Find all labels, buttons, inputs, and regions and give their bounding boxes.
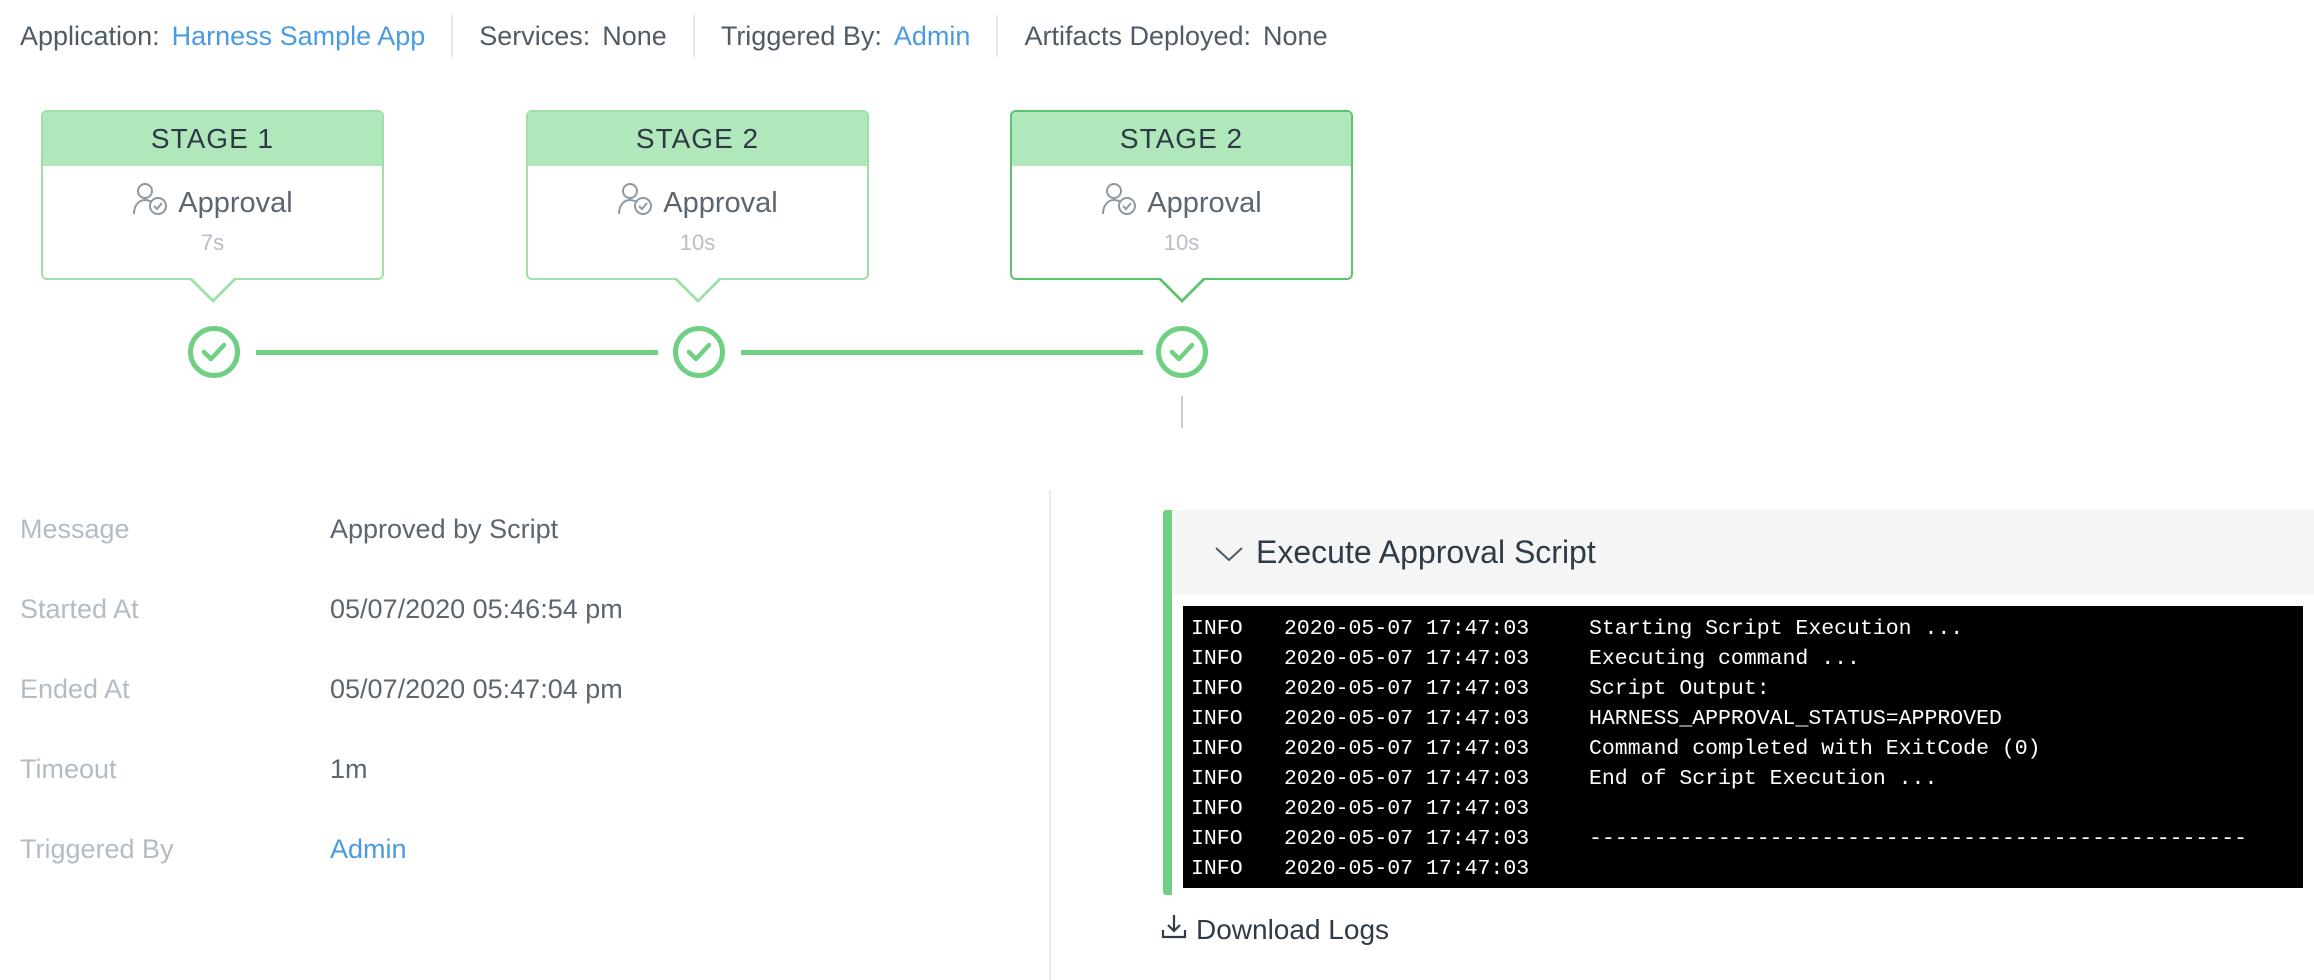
triggered-by-link[interactable]: Admin <box>330 834 407 865</box>
status-accent-bar <box>1163 510 1172 895</box>
log-message: Executing command ... <box>1589 647 1860 671</box>
stage-pointer-fill <box>192 278 234 299</box>
triggered-info: Triggered By: Admin <box>721 21 971 52</box>
log-message: HARNESS_APPROVAL_STATUS=APPROVED <box>1589 707 2002 731</box>
detail-value: 05/07/2020 05:46:54 pm <box>330 594 623 624</box>
log-level: INFO <box>1191 767 1243 791</box>
services-value: None <box>602 20 667 51</box>
log-level: INFO <box>1191 797 1243 821</box>
log-level: INFO <box>1191 737 1243 761</box>
log-timestamp: 2020-05-07 17:47:03 <box>1284 707 1530 731</box>
detail-value: 05/07/2020 05:47:04 pm <box>330 674 623 704</box>
log-line: INFO 2020-05-07 17:47:03 HARNESS_APPROVAL_… <box>1191 704 2295 734</box>
application-label: Application: <box>20 20 160 51</box>
stage-duration: 10s <box>679 230 716 255</box>
services-info: Services: None <box>479 21 667 52</box>
stage-pointer-fill <box>1161 278 1203 299</box>
log-message: End of Script Execution ... <box>1589 767 1938 791</box>
check-circle-icon <box>201 342 227 362</box>
log-level: INFO <box>1191 617 1243 641</box>
download-icon <box>1160 912 1196 947</box>
stage-step-label: Approval <box>663 186 778 219</box>
detail-label: Triggered By <box>20 834 174 864</box>
log-line: INFO 2020-05-07 17:47:03 <box>1191 854 2295 884</box>
stage-step-label: Approval <box>178 186 293 219</box>
log-timestamp: 2020-05-07 17:47:03 <box>1284 797 1530 821</box>
check-circle-icon <box>686 342 712 362</box>
stage-title: STAGE 2 <box>1012 112 1351 166</box>
execution-header: Application: Harness Sample App Services… <box>20 14 1328 58</box>
application-info: Application: Harness Sample App <box>20 21 425 52</box>
user-check-icon <box>617 182 663 224</box>
artifacts-value: None <box>1263 20 1328 51</box>
log-line: INFO 2020-05-07 17:47:03 Starting Script E… <box>1191 614 2295 644</box>
log-panel-title: Execute Approval Script <box>1256 533 1596 570</box>
pipeline-connector <box>256 350 658 355</box>
log-panel-header[interactable]: Execute Approval Script <box>1172 510 2314 594</box>
application-link[interactable]: Harness Sample App <box>172 21 426 52</box>
log-message: Command completed with ExitCode (0) <box>1589 737 2041 761</box>
log-message: ----------------------------------------… <box>1589 827 2248 851</box>
log-line: INFO 2020-05-07 17:47:03 -----------------… <box>1191 824 2295 854</box>
log-timestamp: 2020-05-07 17:47:03 <box>1284 737 1530 761</box>
log-message: Starting Script Execution ... <box>1589 617 1964 641</box>
log-level: INFO <box>1191 857 1243 881</box>
detail-value: Approved by Script <box>330 514 559 544</box>
log-timestamp: 2020-05-07 17:47:03 <box>1284 677 1530 701</box>
log-line: INFO 2020-05-07 17:47:03 End of Script Exe… <box>1191 764 2295 794</box>
stage-card-1[interactable]: STAGE 1 Approval 7s <box>41 110 384 280</box>
stage-step-label: Approval <box>1147 186 1262 219</box>
log-line: INFO 2020-05-07 17:47:03 <box>1191 794 2295 824</box>
user-check-icon <box>1101 182 1147 224</box>
stage-card-3[interactable]: STAGE 2 Approval 10s <box>1010 110 1353 280</box>
log-level: INFO <box>1191 827 1243 851</box>
log-timestamp: 2020-05-07 17:47:03 <box>1284 767 1530 791</box>
log-timestamp: 2020-05-07 17:47:03 <box>1284 857 1530 881</box>
stage-duration: 10s <box>1163 230 1200 255</box>
log-console[interactable]: INFO 2020-05-07 17:47:03 Starting Script E… <box>1183 606 2303 888</box>
log-panel: Execute Approval Script INFO 2020-05-07 1… <box>1163 510 2314 895</box>
stage-card-2[interactable]: STAGE 2 Approval 10s <box>526 110 869 280</box>
header-divider <box>451 15 454 57</box>
header-divider <box>692 15 695 57</box>
log-timestamp: 2020-05-07 17:47:03 <box>1284 647 1530 671</box>
stage-3-status-node[interactable] <box>1156 326 1208 378</box>
stage-title: STAGE 1 <box>43 112 382 166</box>
stage-1-status-node[interactable] <box>188 326 240 378</box>
selected-node-indicator <box>1181 396 1183 428</box>
triggered-by-link[interactable]: Admin <box>894 21 971 52</box>
log-level: INFO <box>1191 677 1243 701</box>
download-logs-button[interactable]: Download Logs <box>1160 912 1389 947</box>
user-check-icon <box>132 182 178 224</box>
triggered-label: Triggered By: <box>720 20 882 51</box>
artifacts-label: Artifacts Deployed: <box>1024 20 1252 51</box>
header-divider <box>996 15 999 57</box>
artifacts-info: Artifacts Deployed: None <box>1024 21 1327 52</box>
chevron-down-icon[interactable] <box>1172 534 1256 571</box>
log-timestamp: 2020-05-07 17:47:03 <box>1284 617 1530 641</box>
pipeline-connector <box>741 350 1143 355</box>
log-line: INFO 2020-05-07 17:47:03 Command completed… <box>1191 734 2295 764</box>
log-timestamp: 2020-05-07 17:47:03 <box>1284 827 1530 851</box>
stage-2-status-node[interactable] <box>673 326 725 378</box>
log-line: INFO 2020-05-07 17:47:03 Executing command… <box>1191 644 2295 674</box>
services-label: Services: <box>479 20 591 51</box>
detail-label: Message <box>20 514 130 544</box>
download-logs-label: Download Logs <box>1196 913 1390 945</box>
stage-title: STAGE 2 <box>528 112 867 166</box>
log-level: INFO <box>1191 647 1243 671</box>
check-circle-icon <box>1169 342 1195 362</box>
detail-value: 1m <box>330 754 368 784</box>
detail-label: Ended At <box>20 674 130 704</box>
stage-pointer-fill <box>677 278 719 299</box>
section-divider <box>1049 490 1051 980</box>
log-level: INFO <box>1191 707 1243 731</box>
log-line: INFO 2020-05-07 17:47:03 Script Output: <box>1191 674 2295 704</box>
detail-label: Timeout <box>20 754 117 784</box>
stage-duration: 7s <box>200 230 225 255</box>
log-message: Script Output: <box>1589 677 1770 701</box>
detail-label: Started At <box>20 594 139 624</box>
